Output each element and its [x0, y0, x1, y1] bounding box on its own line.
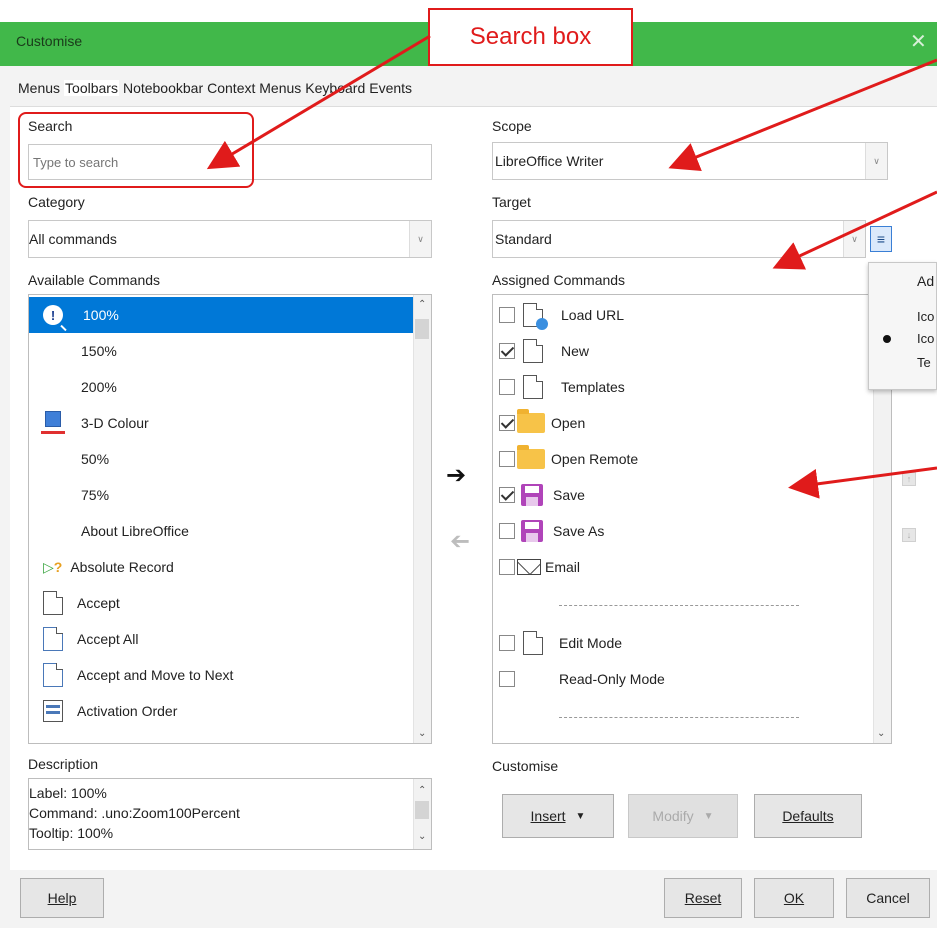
arrow-to-assigned: [788, 466, 937, 499]
annotation-arrows: [206, 34, 937, 499]
arrow-to-scope: [668, 58, 937, 171]
arrow-to-target: [772, 190, 937, 270]
arrow-to-search: [206, 34, 431, 170]
